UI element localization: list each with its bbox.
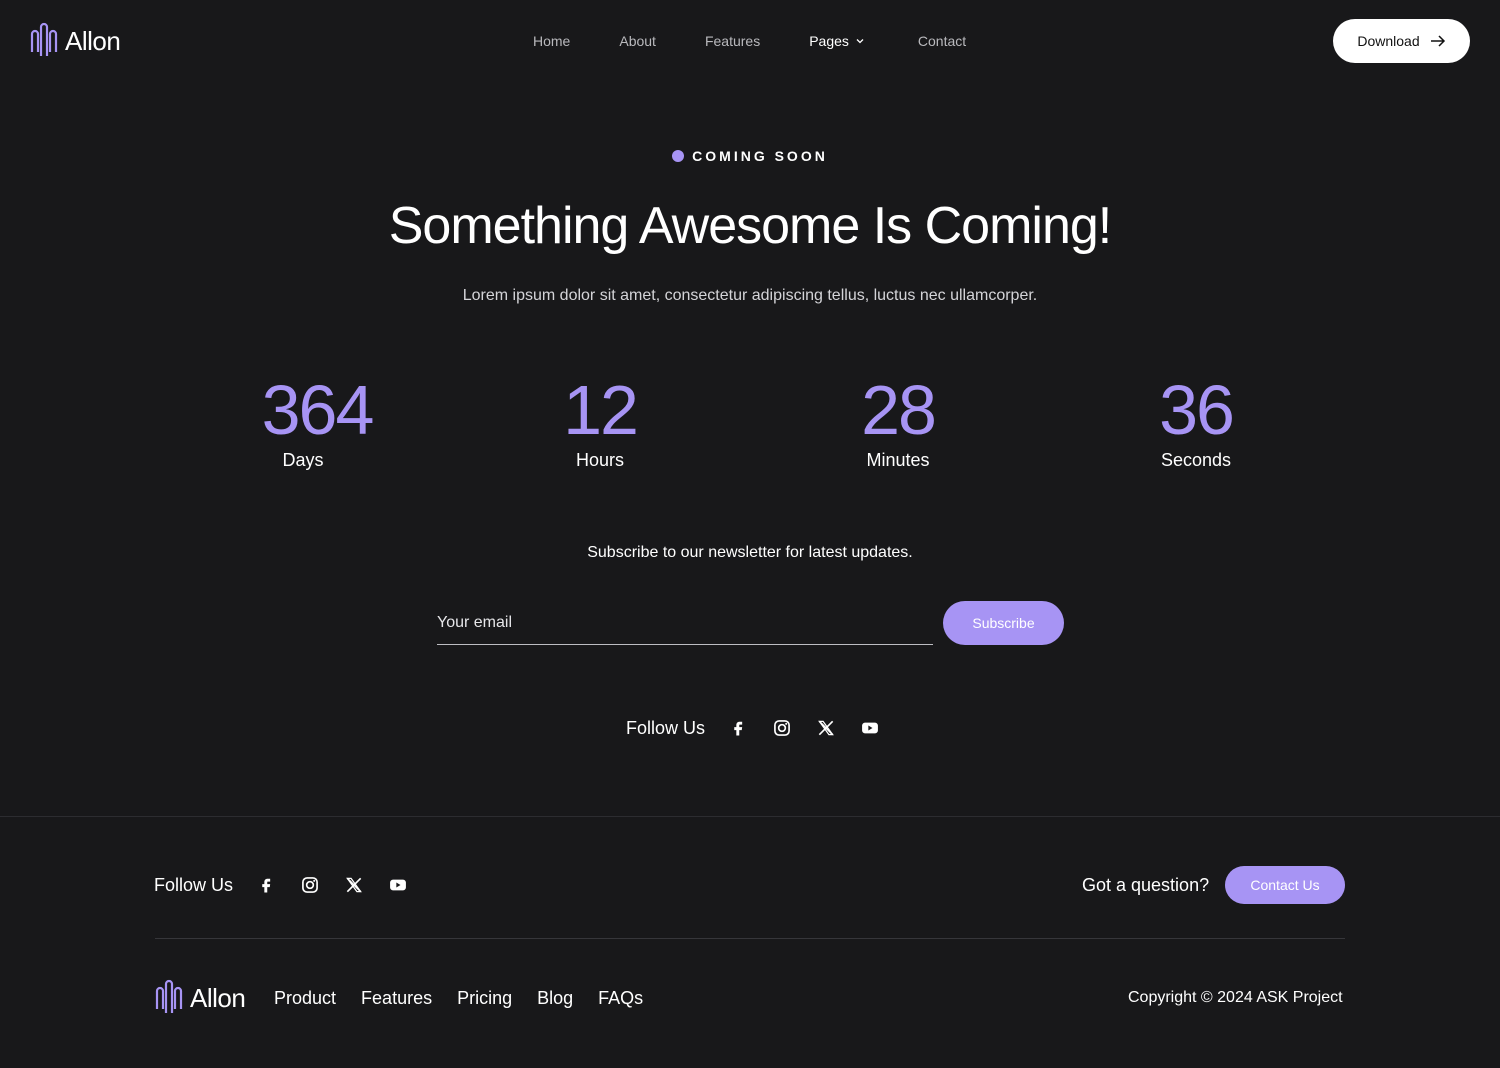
countdown-value: 28 — [861, 371, 937, 449]
nav-contact[interactable]: Contact — [918, 33, 966, 49]
copyright-text: Copyright © 2024 ASK Project — [1128, 989, 1343, 1006]
email-input[interactable] — [437, 605, 933, 641]
footer-link-pricing[interactable]: Pricing — [457, 988, 512, 1009]
allon-logo-icon — [30, 22, 58, 56]
download-button[interactable]: Download — [1333, 19, 1470, 63]
main-nav: Home About Features Pages Contact — [533, 31, 966, 51]
download-label: Download — [1357, 33, 1420, 49]
x-icon[interactable] — [343, 874, 365, 896]
footer-logo[interactable]: Allon — [154, 978, 246, 1018]
social-follow-footer: Follow Us — [154, 874, 409, 896]
nav-about[interactable]: About — [619, 33, 656, 49]
countdown-value: 12 — [563, 371, 639, 449]
instagram-icon[interactable] — [771, 717, 793, 739]
countdown-value: 36 — [1159, 371, 1235, 449]
social-follow-main: Follow Us — [626, 717, 881, 739]
countdown-label: Hours — [575, 450, 624, 470]
follow-label: Follow Us — [626, 717, 706, 738]
coming-soon-badge: COMING SOON — [0, 148, 1500, 164]
countdown-hours: 12 Hours — [500, 372, 700, 471]
nav-home[interactable]: Home — [533, 33, 570, 49]
nav-features[interactable]: Features — [705, 33, 760, 49]
header-logo[interactable]: Allon — [29, 22, 121, 60]
allon-logo-icon — [155, 979, 183, 1013]
youtube-icon[interactable] — [859, 717, 881, 739]
nav-pages-label: Pages — [809, 33, 849, 49]
question-text: Got a question? — [1082, 875, 1210, 895]
hero-title: Something Awesome Is Coming! — [388, 197, 1113, 255]
facebook-icon[interactable] — [727, 717, 749, 739]
contact-us-button[interactable]: Contact Us — [1225, 866, 1345, 904]
countdown-days: 364 Days — [217, 372, 417, 471]
nav-pages[interactable]: Pages — [809, 33, 865, 49]
youtube-icon[interactable] — [387, 874, 409, 896]
badge-text: COMING SOON — [692, 148, 828, 164]
countdown-minutes: 28 Minutes — [798, 372, 998, 471]
email-field-wrapper — [437, 605, 933, 645]
badge-dot-icon — [672, 150, 685, 162]
instagram-icon[interactable] — [299, 874, 321, 896]
footer-top-divider — [0, 816, 1500, 817]
countdown-label: Minutes — [866, 450, 930, 470]
logo-text: Allon — [65, 25, 121, 56]
chevron-down-icon — [856, 39, 864, 44]
x-icon[interactable] — [815, 717, 837, 739]
countdown-seconds: 36 Seconds — [1096, 372, 1296, 471]
footer-link-faqs[interactable]: FAQs — [598, 988, 643, 1009]
facebook-icon[interactable] — [255, 874, 277, 896]
subscribe-button[interactable]: Subscribe — [943, 601, 1064, 645]
footer-logo-text: Allon — [190, 982, 246, 1013]
arrow-right-icon — [1430, 35, 1445, 47]
footer-follow-label: Follow Us — [154, 874, 234, 895]
countdown-label: Days — [282, 450, 324, 470]
newsletter-text: Subscribe to our newsletter for latest u… — [587, 544, 913, 561]
countdown-label: Seconds — [1160, 450, 1232, 470]
hero-subtitle: Lorem ipsum dolor sit amet, consectetur … — [462, 287, 1038, 304]
footer-link-features[interactable]: Features — [361, 988, 432, 1009]
footer-nav: Product Features Pricing Blog FAQs — [274, 988, 643, 1009]
footer-link-blog[interactable]: Blog — [537, 988, 573, 1009]
footer-divider — [155, 938, 1345, 939]
footer-link-product[interactable]: Product — [274, 988, 336, 1009]
countdown-value: 364 — [261, 371, 375, 449]
